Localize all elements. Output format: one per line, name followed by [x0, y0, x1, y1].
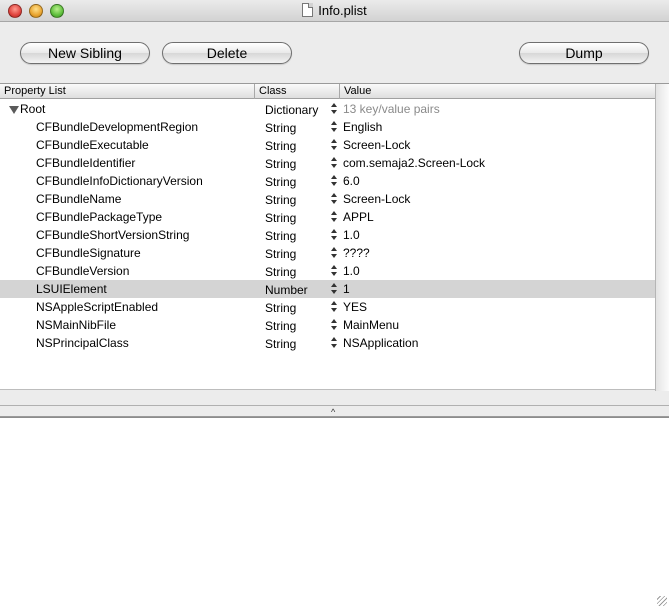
table-row[interactable]: NSPrincipalClass String NSApplication	[0, 334, 655, 352]
vertical-scrollbar[interactable]	[655, 84, 669, 391]
row-class[interactable]: String	[265, 173, 296, 191]
class-popup-arrows-icon[interactable]	[331, 211, 337, 223]
row-value[interactable]: NSApplication	[343, 334, 418, 352]
row-class[interactable]: String	[265, 317, 296, 335]
table-row[interactable]: NSMainNibFile String MainMenu	[0, 316, 655, 334]
table-row[interactable]: CFBundleVersion String 1.0	[0, 262, 655, 280]
row-key: NSMainNibFile	[36, 318, 117, 332]
window-title: Info.plist	[318, 3, 367, 18]
row-class[interactable]: Number	[265, 281, 308, 299]
row-class[interactable]: String	[265, 335, 296, 353]
row-class[interactable]: String	[265, 209, 296, 227]
row-key: LSUIElement	[36, 282, 107, 296]
table-row[interactable]: NSAppleScriptEnabled String YES	[0, 298, 655, 316]
row-class[interactable]: Dictionary	[265, 101, 318, 119]
row-value[interactable]: 6.0	[343, 172, 360, 190]
class-popup-arrows-icon[interactable]	[331, 319, 337, 331]
column-header-row: Property List Class Value	[0, 84, 655, 99]
dump-button[interactable]: Dump	[519, 42, 649, 64]
row-value[interactable]: 1.0	[343, 226, 360, 244]
table-row[interactable]: CFBundleExecutable String Screen-Lock	[0, 136, 655, 154]
table-row[interactable]: CFBundlePackageType String APPL	[0, 208, 655, 226]
row-class[interactable]: String	[265, 263, 296, 281]
row-key: CFBundlePackageType	[36, 210, 163, 224]
class-popup-arrows-icon[interactable]	[331, 337, 337, 349]
column-header-value[interactable]: Value	[340, 84, 655, 99]
row-value[interactable]: MainMenu	[343, 316, 399, 334]
row-class[interactable]: String	[265, 245, 296, 263]
row-key: CFBundleDevelopmentRegion	[36, 120, 199, 134]
class-popup-arrows-icon[interactable]	[331, 175, 337, 187]
window-title-group: Info.plist	[0, 3, 669, 18]
table-row-root[interactable]: Root Dictionary 13 key/value pairs	[0, 100, 655, 118]
new-sibling-button[interactable]: New Sibling	[20, 42, 150, 64]
row-value[interactable]: ????	[343, 244, 370, 262]
column-header-class[interactable]: Class	[255, 84, 340, 99]
class-popup-arrows-icon[interactable]	[331, 265, 337, 277]
row-value[interactable]: YES	[343, 298, 367, 316]
class-popup-arrows-icon[interactable]	[331, 121, 337, 133]
table-row[interactable]: CFBundleInfoDictionaryVersion String 6.0	[0, 172, 655, 190]
class-popup-arrows-icon[interactable]	[331, 139, 337, 151]
row-class[interactable]: String	[265, 227, 296, 245]
row-value[interactable]: com.semaja2.Screen-Lock	[343, 154, 485, 172]
class-popup-arrows-icon[interactable]	[331, 193, 337, 205]
property-list-outline[interactable]: Property List Class Value Root Dictionar…	[0, 83, 669, 391]
class-popup-arrows-icon[interactable]	[331, 157, 337, 169]
row-value[interactable]: Screen-Lock	[343, 190, 410, 208]
row-key: CFBundleIdentifier	[36, 156, 136, 170]
toolbar: New Sibling Delete Dump	[0, 22, 669, 83]
row-key: CFBundleShortVersionString	[36, 228, 190, 242]
document-icon[interactable]	[302, 3, 314, 17]
table-row[interactable]: CFBundleDevelopmentRegion String English	[0, 118, 655, 136]
divider-handle-icon[interactable]: ^	[331, 407, 335, 417]
row-value[interactable]: English	[343, 118, 382, 136]
row-key: CFBundleExecutable	[36, 138, 149, 152]
column-header-property-list[interactable]: Property List	[0, 84, 255, 99]
table-row[interactable]: CFBundleIdentifier String com.semaja2.Scre…	[0, 154, 655, 172]
row-value[interactable]: 1.0	[343, 262, 360, 280]
row-class[interactable]: String	[265, 191, 296, 209]
class-popup-arrows-icon[interactable]	[331, 247, 337, 259]
disclosure-triangle-icon[interactable]	[9, 106, 19, 114]
row-key: CFBundleInfoDictionaryVersion	[36, 174, 203, 188]
table-row[interactable]: CFBundleSignature String????	[0, 244, 655, 262]
row-class[interactable]: String	[265, 155, 296, 173]
row-key: CFBundleVersion	[36, 264, 130, 278]
row-class[interactable]: String	[265, 137, 296, 155]
table-body: Root Dictionary 13 key/value pairs CFBun…	[0, 100, 655, 352]
table-row[interactable]: LSUIElement Number 1	[0, 280, 655, 298]
row-value[interactable]: Screen-Lock	[343, 136, 410, 154]
row-key: CFBundleName	[36, 192, 122, 206]
resize-grip-icon[interactable]	[657, 596, 667, 606]
text-view[interactable]	[0, 417, 669, 608]
row-key: NSAppleScriptEnabled	[36, 300, 159, 314]
row-value[interactable]: APPL	[343, 208, 374, 226]
row-key: NSPrincipalClass	[36, 336, 129, 350]
row-key: Root	[20, 102, 46, 116]
table-row[interactable]: CFBundleName String Screen-Lock	[0, 190, 655, 208]
class-popup-arrows-icon[interactable]	[331, 283, 337, 295]
delete-button[interactable]: Delete	[162, 42, 292, 64]
row-value[interactable]: 1	[343, 280, 350, 298]
row-class[interactable]: String	[265, 119, 296, 137]
title-bar[interactable]: Info.plist	[0, 0, 669, 22]
class-popup-arrows-icon[interactable]	[331, 229, 337, 241]
table-row[interactable]: CFBundleShortVersionString String 1.0	[0, 226, 655, 244]
row-class[interactable]: String	[265, 299, 296, 317]
split-view-divider[interactable]: ^	[0, 405, 669, 417]
row-key: CFBundleSignature	[36, 246, 141, 260]
row-value: 13 key/value pairs	[343, 102, 440, 116]
class-popup-arrows-icon[interactable]	[331, 301, 337, 313]
class-popup-arrows-icon[interactable]	[331, 103, 337, 115]
